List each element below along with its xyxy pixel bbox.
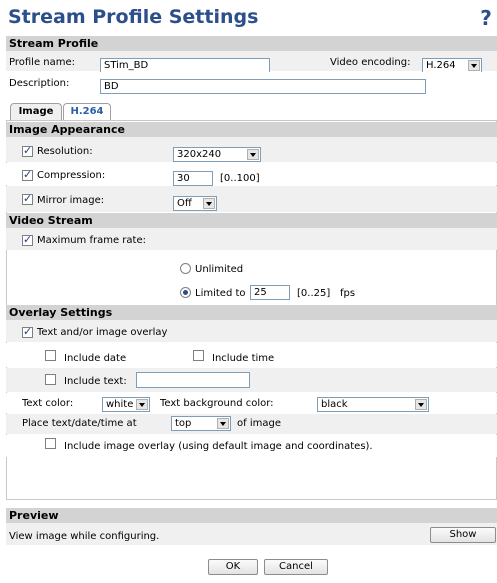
image-appearance-heading: Image Appearance: [6, 122, 497, 137]
include-text-input[interactable]: [136, 372, 250, 388]
mirror-value: Off: [177, 198, 192, 209]
include-text-checkbox[interactable]: [45, 374, 56, 385]
place-text-label: Place text/date/time at: [22, 418, 137, 429]
tab-image[interactable]: Image: [10, 103, 62, 120]
resolution-checkbox[interactable]: [22, 144, 33, 157]
text-bg-color-value: black: [321, 399, 348, 410]
profile-name-input[interactable]: STim_BD: [100, 58, 270, 73]
stream-profile-heading: Stream Profile: [6, 36, 497, 51]
overlay-label: Text and/or image overlay: [37, 327, 168, 338]
max-frame-rate-checkbox[interactable]: [22, 233, 33, 246]
compression-checkbox[interactable]: [22, 168, 33, 181]
max-frame-rate-label: Maximum frame rate:: [37, 235, 146, 246]
chevron-down-icon: [468, 60, 480, 71]
chevron-down-icon: [203, 198, 215, 209]
preview-heading: Preview: [6, 508, 497, 523]
resolution-select[interactable]: 320x240: [173, 147, 261, 162]
include-image-overlay-checkbox[interactable]: [45, 438, 56, 449]
chevron-down-icon: [136, 399, 148, 410]
video-encoding-label: Video encoding:: [330, 57, 411, 68]
text-color-label: Text color:: [22, 398, 74, 409]
limited-range: [0..25]: [297, 288, 331, 299]
text-color-value: white: [106, 399, 134, 410]
compression-range: [0..100]: [220, 173, 260, 184]
include-date-checkbox[interactable]: [45, 350, 56, 361]
fps-label: fps: [340, 288, 356, 299]
compression-label: Compression:: [37, 170, 106, 181]
video-encoding-value: H.264: [426, 60, 456, 71]
text-bg-color-label: Text background color:: [160, 398, 274, 409]
chevron-down-icon: [415, 399, 427, 410]
description-label: Description:: [9, 78, 70, 89]
show-button[interactable]: Show: [430, 527, 496, 543]
video-encoding-select[interactable]: H.264: [422, 58, 482, 73]
ok-button[interactable]: OK: [208, 559, 258, 575]
profile-name-label: Profile name:: [9, 57, 76, 68]
limited-fps-input[interactable]: 25: [250, 285, 290, 300]
place-text-value: top: [175, 418, 192, 429]
include-text-label: Include text:: [64, 376, 127, 387]
unlimited-radio[interactable]: [180, 263, 191, 274]
cancel-button[interactable]: Cancel: [264, 559, 328, 575]
page-title: Stream Profile Settings: [8, 6, 259, 28]
compression-input[interactable]: 30: [173, 171, 213, 186]
text-bg-color-select[interactable]: black: [317, 397, 429, 412]
tab-h264[interactable]: H.264: [63, 103, 111, 120]
unlimited-label: Unlimited: [195, 264, 244, 275]
overlay-settings-heading: Overlay Settings: [6, 305, 497, 320]
of-image-label: of image: [237, 418, 281, 429]
mirror-select[interactable]: Off: [173, 196, 217, 211]
limited-radio[interactable]: [180, 287, 191, 298]
text-color-select[interactable]: white: [102, 397, 150, 412]
chevron-down-icon: [217, 418, 229, 429]
include-time-checkbox[interactable]: [193, 350, 204, 361]
include-image-overlay-label: Include image overlay (using default ima…: [64, 441, 373, 452]
resolution-value: 320x240: [177, 149, 222, 160]
chevron-down-icon: [247, 149, 259, 160]
include-date-label: Include date: [64, 353, 127, 364]
help-icon[interactable]: ?: [476, 7, 496, 29]
include-time-label: Include time: [212, 353, 275, 364]
video-stream-heading: Video Stream: [6, 213, 497, 228]
mirror-checkbox[interactable]: [22, 192, 33, 205]
mirror-label: Mirror image:: [37, 195, 105, 206]
description-input[interactable]: BD: [100, 79, 426, 94]
place-text-select[interactable]: top: [171, 416, 231, 431]
resolution-label: Resolution:: [37, 146, 93, 157]
preview-description: View image while configuring.: [9, 531, 160, 542]
limited-label: Limited to: [195, 288, 246, 299]
overlay-checkbox[interactable]: [22, 325, 33, 338]
